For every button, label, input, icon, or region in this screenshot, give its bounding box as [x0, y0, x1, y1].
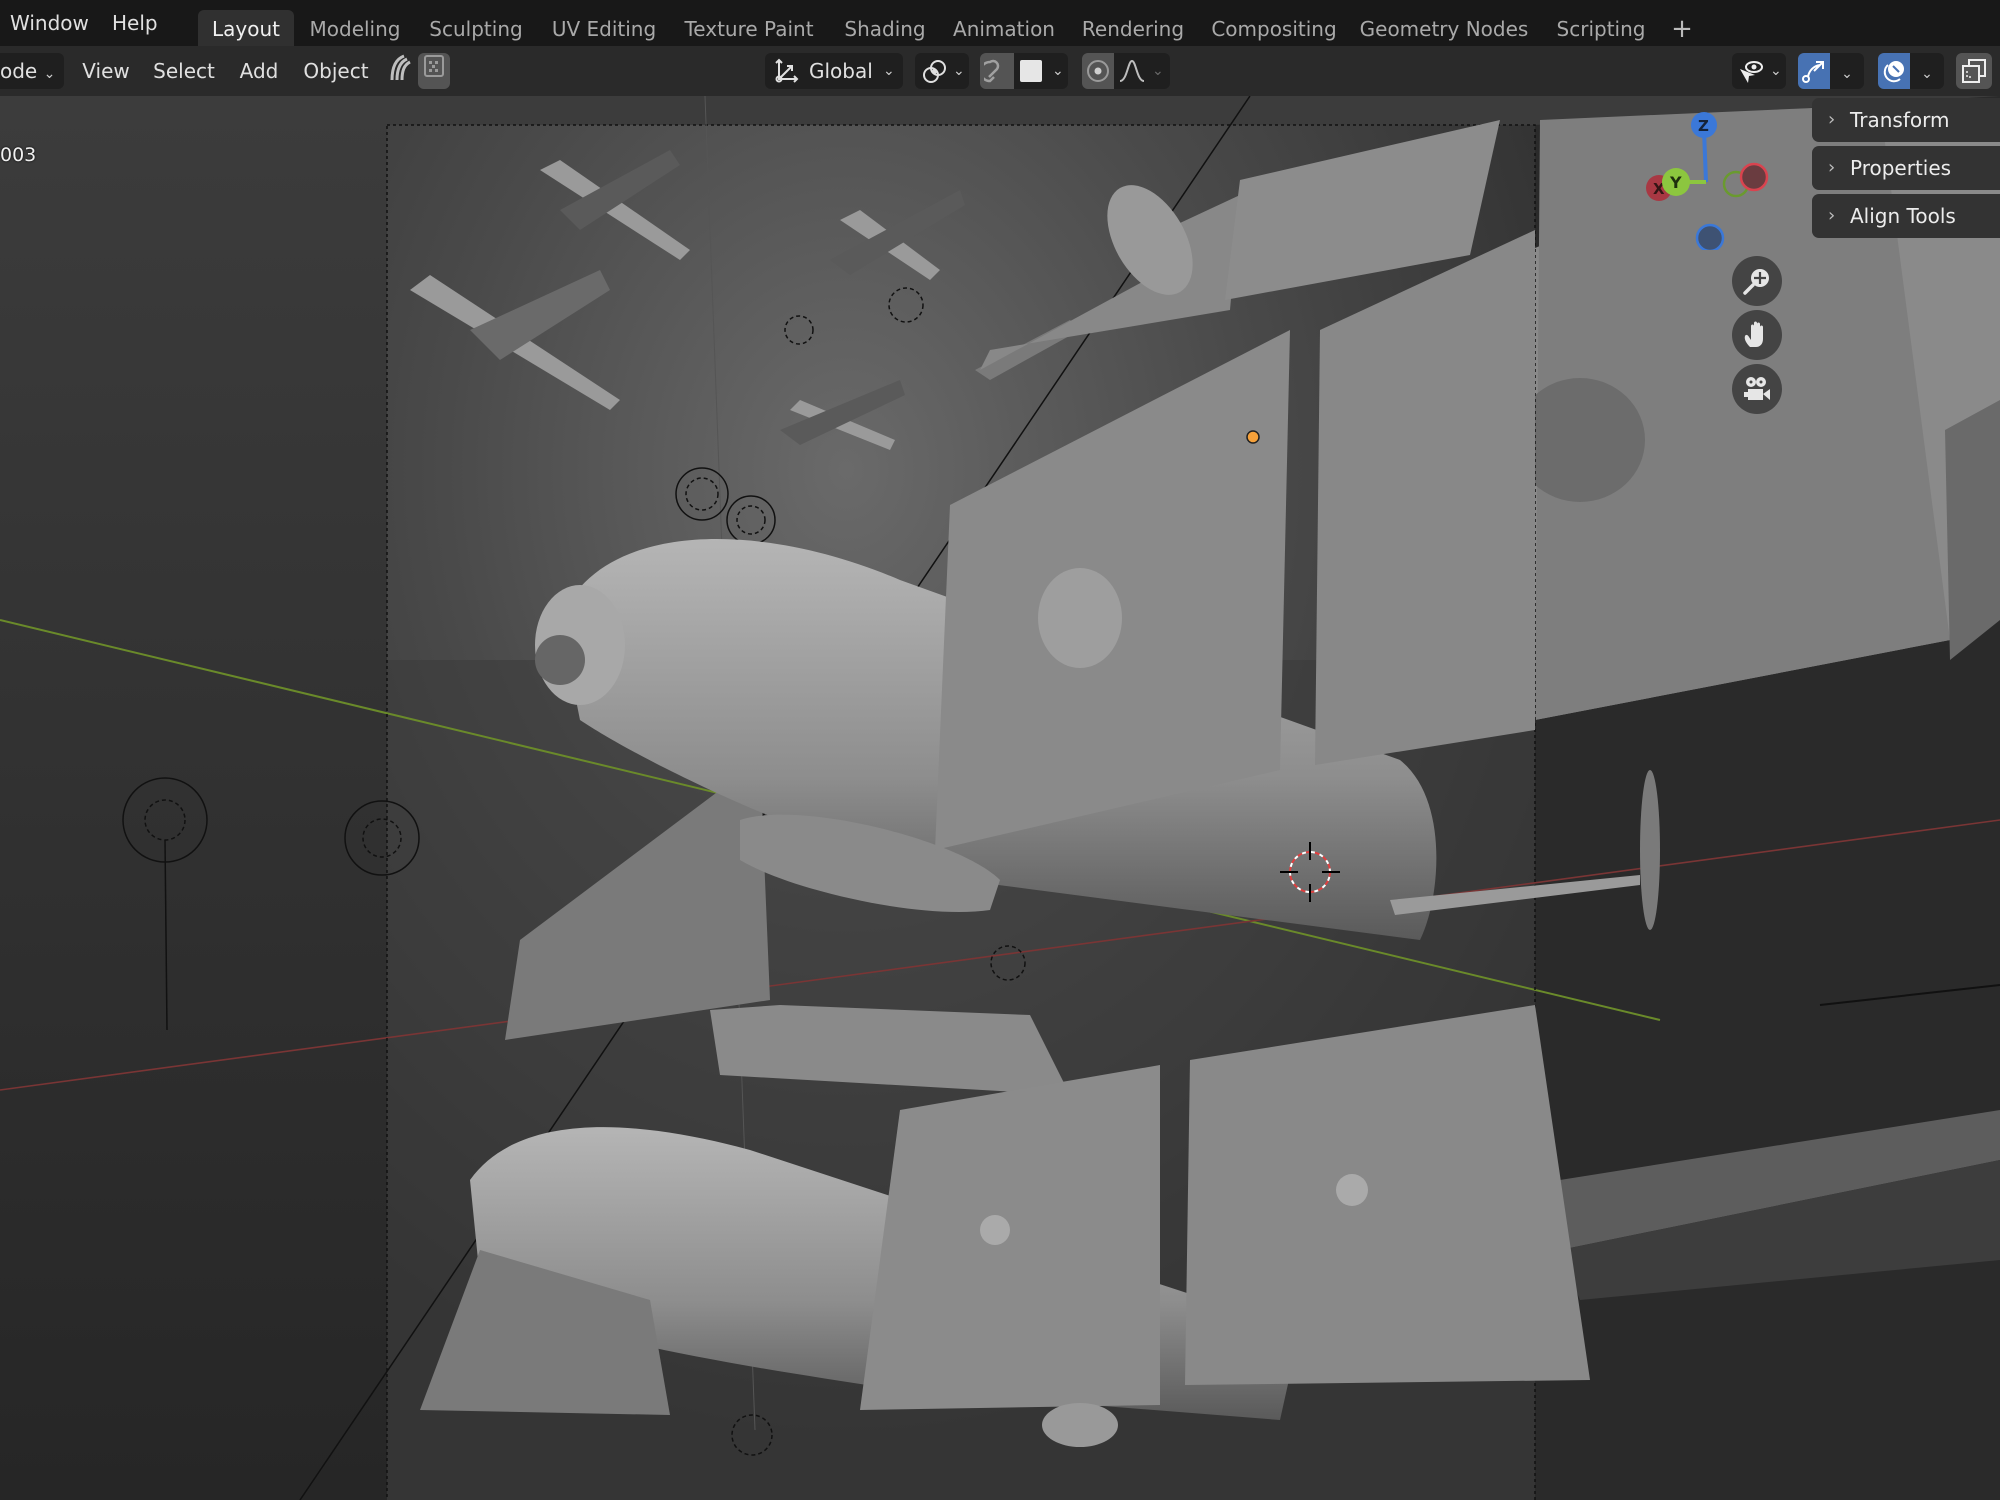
- menu-select[interactable]: Select: [146, 53, 222, 89]
- chevron-right-icon: ›: [1828, 205, 1836, 226]
- selectability-dropdown[interactable]: ⌄: [1732, 53, 1786, 89]
- tab-animation[interactable]: Animation: [948, 10, 1060, 46]
- overlay-dropdown[interactable]: ⌄: [1910, 53, 1944, 89]
- z-axis-label: Z: [1698, 117, 1709, 135]
- checker-icon[interactable]: [418, 53, 450, 89]
- falloff-curve-icon: [1118, 57, 1146, 96]
- tab-modeling[interactable]: Modeling: [302, 10, 408, 46]
- tab-sculpting[interactable]: Sculpting: [420, 10, 532, 46]
- chevron-down-icon: ⌄: [43, 66, 56, 82]
- magnet-snap-icon[interactable]: [979, 53, 1014, 89]
- transform-orientation-icon: [773, 57, 801, 96]
- wing-plane: [860, 1065, 1160, 1410]
- camera-view-button[interactable]: [1732, 364, 1782, 414]
- chevron-down-icon: ⌄: [1052, 63, 1064, 79]
- panel-label: Properties: [1850, 156, 1952, 180]
- chevron-down-icon: ⌄: [1921, 66, 1933, 82]
- object-origin-dot: [1246, 430, 1260, 444]
- tab-texture-paint[interactable]: Texture Paint: [676, 10, 822, 46]
- panel-label: Transform: [1850, 108, 1950, 132]
- orientation-label: Global: [809, 59, 873, 83]
- menu-view[interactable]: View: [74, 53, 138, 89]
- transform-orientation-dropdown[interactable]: Global ⌄: [765, 53, 903, 89]
- tab-compositing[interactable]: Compositing: [1206, 10, 1342, 46]
- pan-hand-icon: [1744, 321, 1763, 347]
- proportional-edit-icon[interactable]: [1082, 53, 1114, 89]
- snap-square-icon: [1020, 60, 1042, 82]
- falloff-dropdown[interactable]: ⌄: [1114, 53, 1170, 89]
- tab-shading[interactable]: Shading: [834, 10, 936, 46]
- overlay-toggle-icon[interactable]: [1878, 53, 1910, 89]
- neg-z-axis-ball: [1695, 223, 1725, 250]
- tab-layout[interactable]: Layout: [198, 10, 294, 46]
- chevron-down-icon: ⌄: [1770, 63, 1782, 79]
- add-workspace-button[interactable]: +: [1664, 10, 1700, 46]
- viewport-header: ode ⌄ View Select Add Object Global ⌄ ⌄ …: [0, 46, 2000, 96]
- camera-view-icon: [1744, 377, 1770, 400]
- chevron-right-icon: ›: [1828, 109, 1836, 130]
- gizmo-toggle-icon[interactable]: [1798, 53, 1830, 89]
- chevron-down-icon: ⌄: [883, 63, 895, 79]
- tab-rendering[interactable]: Rendering: [1072, 10, 1194, 46]
- gizmo-dropdown[interactable]: ⌄: [1830, 53, 1864, 89]
- panel-properties[interactable]: › Properties: [1812, 146, 2000, 190]
- viewport-scene: [0, 96, 2000, 1500]
- object-name-label: 003: [0, 144, 37, 166]
- chevron-down-icon: ⌄: [1152, 63, 1164, 79]
- menu-object[interactable]: Object: [296, 53, 376, 89]
- snap-target-dropdown[interactable]: ⌄: [1014, 53, 1068, 89]
- panel-align-tools[interactable]: › Align Tools: [1812, 194, 2000, 238]
- pivot-point-icon: [921, 57, 949, 96]
- menu-window[interactable]: Window: [10, 0, 89, 46]
- y-axis-label: Y: [1669, 173, 1682, 192]
- grease-pencil-icon[interactable]: [384, 53, 414, 89]
- zoom-icon: [1743, 269, 1769, 295]
- tab-geometry-nodes[interactable]: Geometry Nodes: [1354, 10, 1534, 46]
- top-bar: Window Help Layout Modeling Sculpting UV…: [0, 0, 2000, 46]
- chevron-right-icon: ›: [1828, 157, 1836, 178]
- 3d-viewport[interactable]: 003 › Transform › Properties › Align Too…: [0, 96, 2000, 1500]
- menu-help[interactable]: Help: [112, 0, 158, 46]
- tab-scripting[interactable]: Scripting: [1546, 10, 1656, 46]
- mode-label: ode: [0, 59, 38, 83]
- zoom-button[interactable]: [1732, 256, 1782, 306]
- panel-transform[interactable]: › Transform: [1812, 98, 2000, 142]
- menu-add[interactable]: Add: [230, 53, 288, 89]
- mode-dropdown[interactable]: ode ⌄: [0, 53, 64, 89]
- tab-uv-editing[interactable]: UV Editing: [544, 10, 664, 46]
- selectability-eye-icon: [1736, 57, 1766, 98]
- neg-x-axis-ball: [1739, 162, 1769, 192]
- chevron-down-icon: ⌄: [953, 63, 965, 79]
- panel-label: Align Tools: [1850, 204, 1956, 228]
- pan-button[interactable]: [1732, 310, 1782, 360]
- navigation-gizmo[interactable]: X Y Z: [1640, 100, 1770, 250]
- xray-toggle-icon[interactable]: [1956, 53, 1992, 89]
- chevron-down-icon: ⌄: [1841, 66, 1853, 82]
- pivot-point-dropdown[interactable]: ⌄: [915, 53, 969, 89]
